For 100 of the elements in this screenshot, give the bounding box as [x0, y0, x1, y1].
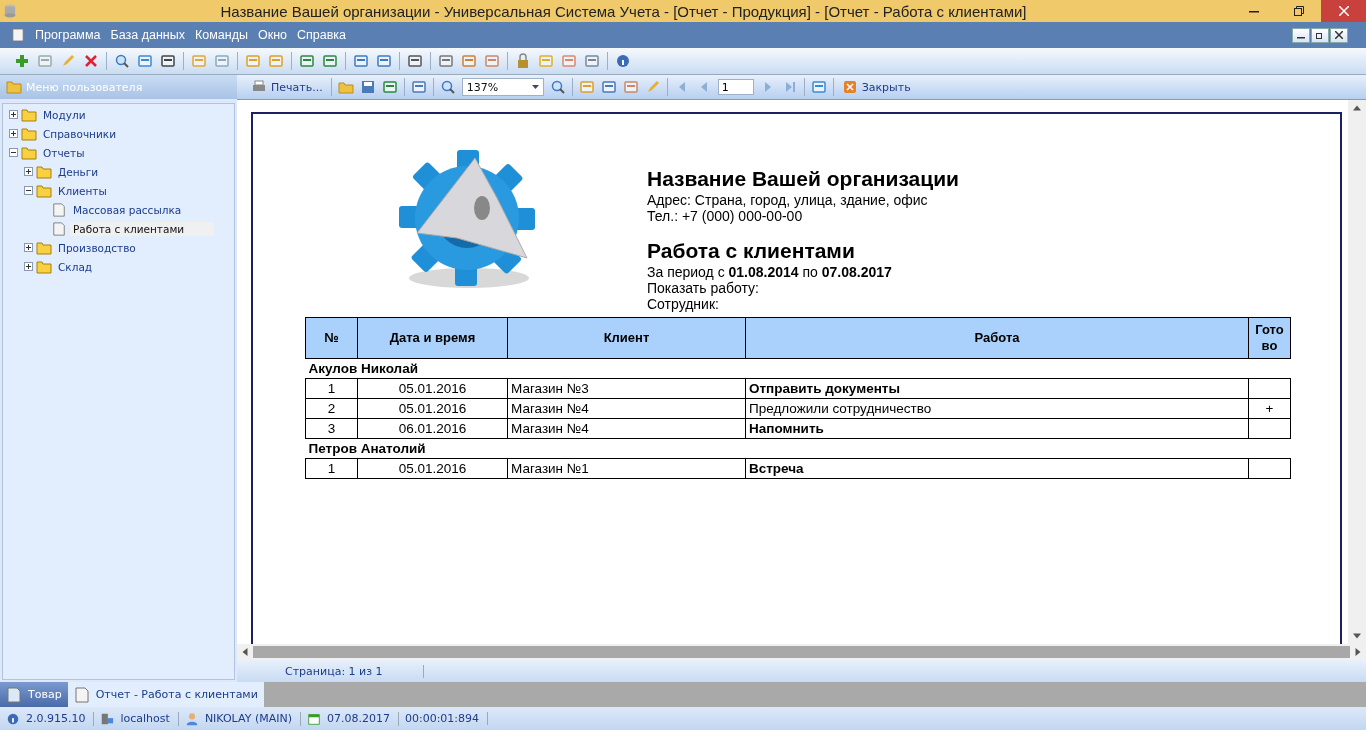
menu-item[interactable]: Команды [189, 28, 253, 42]
window-title: Название Вашей организации - Универсальная Система Учета - [Отчет - Продукция] - [Отчет - Работа с клиентами] [219, 2, 1028, 20]
collapse-icon[interactable] [9, 148, 18, 157]
scroll-left-icon[interactable] [241, 648, 249, 656]
menu-item[interactable]: Окно [252, 28, 292, 42]
caret-icon [531, 85, 539, 89]
document-icon [73, 686, 90, 703]
restore-button[interactable] [1311, 27, 1329, 43]
database-icon [4, 4, 16, 18]
panel-title: Меню пользователя [26, 80, 143, 94]
horizontal-scrollbar[interactable] [237, 644, 1366, 660]
group-header: Акулов Николай [305, 358, 1291, 379]
tree-item[interactable]: Работа с клиентами [70, 221, 215, 236]
folder-icon [36, 259, 52, 274]
address-text: Адрес: Страна, город, улица, здание, офис [647, 192, 929, 208]
page-status: Страница: 1 из 1 [285, 664, 424, 678]
tree-item[interactable]: Справочники [40, 126, 119, 141]
menu-item[interactable]: База данных [105, 28, 190, 42]
info-icon[interactable] [615, 53, 631, 69]
employee-label: Сотрудник: [647, 296, 720, 312]
print-button[interactable]: Печать... [249, 79, 325, 95]
zoom-out-icon[interactable] [549, 79, 566, 95]
tree-item[interactable]: Клиенты [55, 183, 110, 198]
close-icon [841, 79, 858, 95]
version-text: 2.0.915.10 [26, 712, 86, 725]
folder-icon [21, 126, 37, 141]
document-tab[interactable]: Отчет - Работа с клиентами [67, 682, 264, 707]
folder-icon[interactable] [337, 79, 354, 95]
collapse-icon[interactable] [24, 186, 33, 195]
table-cell: 05.01.2016 [357, 378, 508, 399]
table-cell: 05.01.2016 [357, 398, 508, 419]
column-header: Клиент [507, 317, 746, 359]
organization-name: Название Вашей организации [647, 166, 959, 192]
minimize-button[interactable] [1292, 27, 1310, 43]
table-cell: 06.01.2016 [357, 418, 508, 439]
expand-icon[interactable] [24, 167, 33, 176]
phone-text: Тел.: +7 (000) 000-00-00 [647, 208, 804, 224]
folder-icon [36, 164, 52, 179]
tree-item[interactable]: Деньги [55, 164, 102, 179]
date-text: 07.08.2017 [326, 712, 390, 725]
scroll-down-icon[interactable] [1353, 632, 1361, 640]
table-cell: Напомнить [745, 418, 1249, 439]
period-text: За период с 01.08.2014 по 07.08.2017 [647, 264, 893, 280]
table-cell [1248, 378, 1291, 399]
column-header: Дата и время [357, 317, 508, 359]
tree-item[interactable]: Склад [55, 259, 96, 274]
add-icon[interactable] [14, 53, 30, 69]
tree-item[interactable]: Производство [55, 240, 139, 255]
menu-item[interactable]: Справка [292, 28, 352, 42]
table-cell: Предложили сотрудничество [745, 398, 1249, 419]
server-icon [100, 711, 115, 726]
tree-item[interactable]: Отчеты [40, 145, 88, 160]
table-cell [1248, 418, 1291, 439]
column-header: № [305, 317, 358, 359]
user-icon [184, 711, 199, 726]
expand-icon[interactable] [24, 262, 33, 271]
info-icon [6, 711, 20, 726]
zoomin-icon[interactable] [439, 79, 456, 95]
table-cell: 3 [305, 418, 358, 439]
table-cell [1248, 458, 1291, 479]
tree-item[interactable]: Модули [40, 107, 89, 122]
restore-icon [1316, 31, 1324, 39]
zoom-dropdown[interactable]: 137% [461, 78, 544, 96]
document-icon [51, 221, 67, 236]
close-report-button[interactable]: Закрыть [839, 79, 913, 95]
user-text: NIKOLAY (MAIN) [204, 712, 292, 725]
scroll-up-icon[interactable] [1353, 104, 1361, 112]
document-icon [6, 686, 22, 703]
document-tab[interactable]: Товар [0, 682, 68, 707]
table-cell: 1 [305, 458, 358, 479]
table-cell: Отправить документы [745, 378, 1249, 399]
column-header: Гото во [1248, 317, 1291, 359]
expand-icon[interactable] [24, 243, 33, 252]
restore-icon [1293, 6, 1304, 16]
menu-item[interactable]: Программа [30, 28, 106, 42]
folder-icon [6, 80, 22, 94]
tree-item[interactable]: Массовая рассылка [70, 202, 185, 217]
table-cell: 1 [305, 378, 358, 399]
table-cell: 05.01.2016 [357, 458, 508, 479]
folder-icon [21, 107, 37, 122]
delete-icon[interactable] [83, 53, 99, 69]
filter-label: Показать работу: [647, 280, 760, 296]
document-icon [12, 28, 24, 42]
column-header: Работа [745, 317, 1249, 359]
calendar-icon [306, 711, 321, 726]
expand-icon[interactable] [9, 110, 18, 119]
vertical-scrollbar[interactable] [1348, 100, 1366, 644]
lock-icon[interactable] [515, 53, 531, 69]
document-icon [51, 202, 67, 217]
search-icon[interactable] [114, 53, 130, 69]
close-button[interactable] [1330, 27, 1348, 43]
expand-icon[interactable] [9, 129, 18, 138]
table-cell: Магазин №4 [507, 398, 746, 419]
save-icon[interactable] [359, 79, 376, 95]
scroll-right-icon[interactable] [1354, 648, 1362, 656]
close-icon [1338, 6, 1349, 16]
group-header: Петров Анатолий [305, 438, 1291, 459]
table-cell: Магазин №3 [507, 378, 746, 399]
page-number-field[interactable]: 1 [717, 79, 754, 95]
folder-icon [36, 240, 52, 255]
